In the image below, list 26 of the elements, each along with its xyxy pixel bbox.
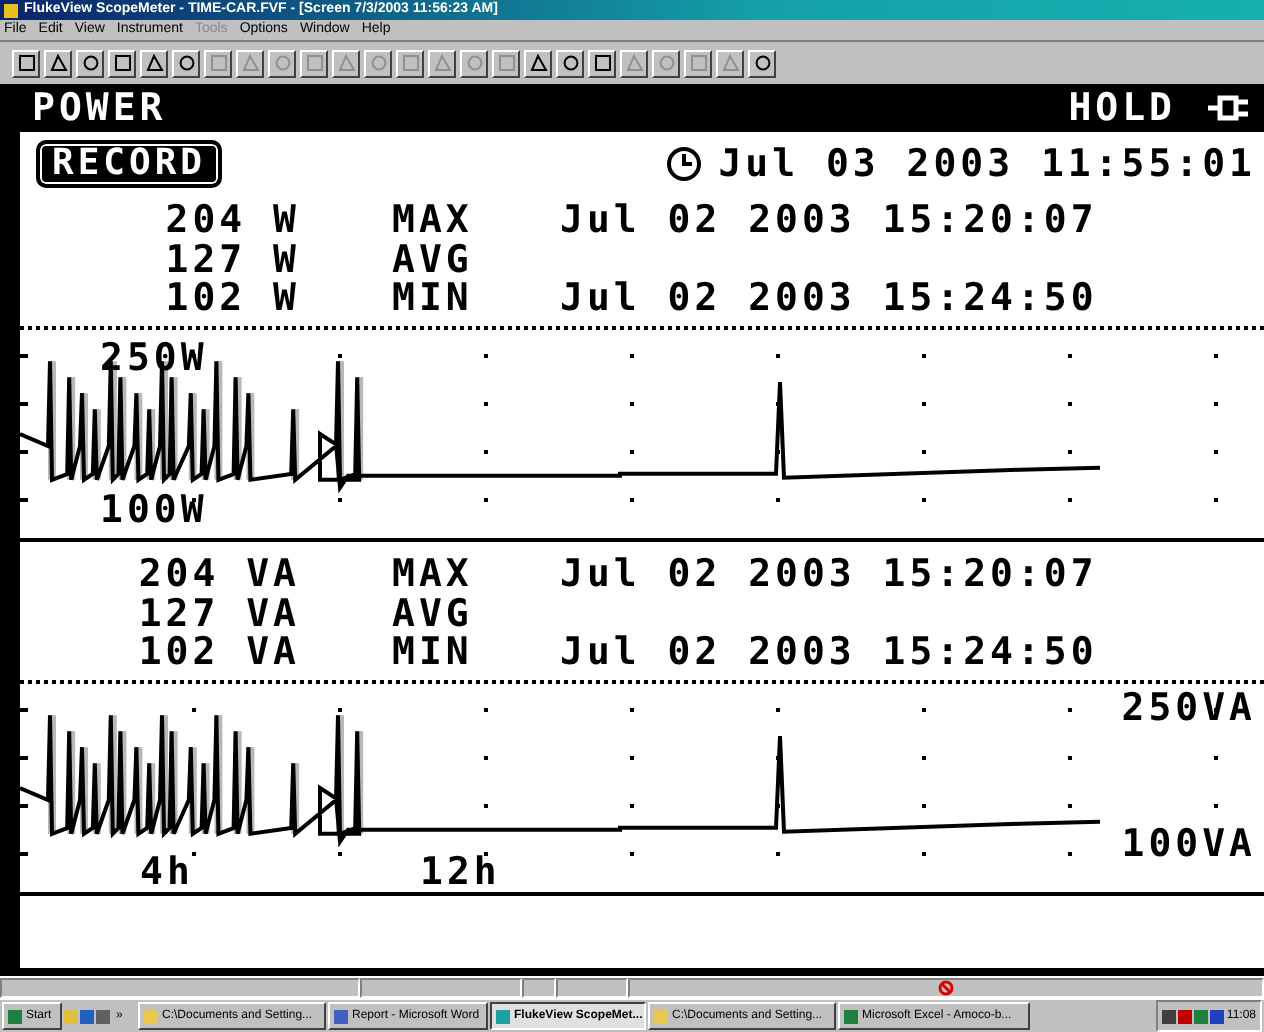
reading-label: MIN — [390, 278, 475, 318]
mode-label: POWER — [32, 88, 167, 128]
scale-label: 100VA — [1121, 824, 1256, 864]
reading-value: 102 W — [163, 278, 300, 318]
time-label: 4h — [140, 852, 194, 892]
reading-label: MAX — [390, 200, 475, 240]
hold-label: HOLD — [1068, 88, 1176, 128]
timestamp: Jul 03 2003 11:55:01 — [718, 144, 1258, 184]
reading-value: 102 VA — [136, 632, 300, 672]
scale-label: 250VA — [1121, 688, 1256, 728]
reading-value: 204 W — [163, 200, 300, 240]
reading-label: MAX — [390, 554, 475, 594]
reading-label: MIN — [390, 632, 475, 672]
time-label: 12h — [420, 852, 501, 892]
reading-label: AVG — [390, 594, 475, 634]
reading-time: Jul 02 2003 15:24:50 — [558, 278, 1100, 318]
scale-label: 250W — [100, 338, 208, 378]
reading-value: 127 VA — [136, 594, 300, 634]
reading-time: Jul 02 2003 15:20:07 — [558, 554, 1100, 594]
scale-label: 100W — [100, 490, 208, 530]
reading-value: 204 VA — [136, 554, 300, 594]
reading-value: 127 W — [163, 240, 300, 280]
record-badge: RECORD — [36, 140, 223, 188]
reading-time: Jul 02 2003 15:24:50 — [558, 632, 1100, 672]
reading-time: Jul 02 2003 15:20:07 — [558, 200, 1100, 240]
reading-label: AVG — [390, 240, 475, 280]
